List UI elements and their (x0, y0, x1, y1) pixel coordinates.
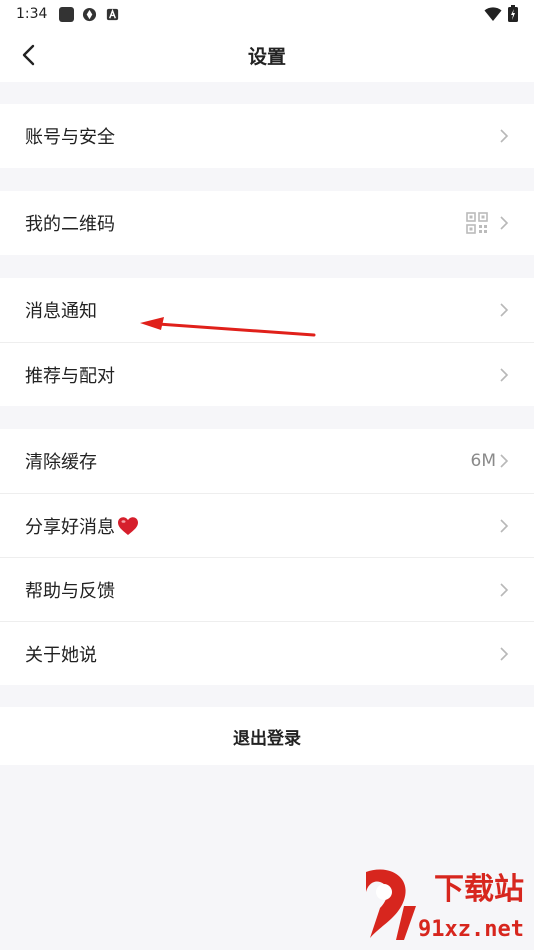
chevron-right-icon (500, 129, 509, 143)
settings-group-misc: 清除缓存 6M 分享好消息 帮助与反馈 关于她说 (0, 429, 534, 685)
chevron-right-icon (500, 303, 509, 317)
chevron-right-icon (500, 216, 509, 230)
watermark-logo-icon (366, 869, 416, 940)
chevron-right-icon (500, 518, 509, 533)
section-gap (0, 406, 534, 429)
heart-icon (118, 516, 138, 535)
settings-group-qrcode: 我的二维码 (0, 191, 534, 255)
row-my-qrcode[interactable]: 我的二维码 (0, 191, 534, 255)
cache-size-value: 6M (470, 451, 496, 471)
chevron-right-icon (500, 646, 509, 661)
row-recommend-match[interactable]: 推荐与配对 (0, 342, 534, 406)
status-bar: 1:34 (0, 0, 534, 28)
a-letter-icon (107, 8, 119, 20)
row-label: 关于她说 (25, 644, 97, 666)
row-label: 账号与安全 (25, 127, 115, 148)
status-time: 1:34 (16, 6, 48, 22)
annotation-arrow-icon (140, 317, 316, 337)
row-label: 分享好消息 (25, 516, 115, 538)
settings-group-account: 账号与安全 (0, 104, 534, 168)
watermark: 下载站 91xz.net (358, 864, 526, 944)
section-gap (0, 168, 534, 191)
row-help-feedback[interactable]: 帮助与反馈 (0, 557, 534, 621)
page-title: 设置 (247, 45, 286, 68)
row-label: 推荐与配对 (25, 365, 115, 387)
chevron-right-icon (500, 367, 509, 382)
row-label: 消息通知 (25, 301, 97, 322)
wifi-icon (484, 6, 502, 21)
logout-button[interactable]: 退出登录 (0, 707, 534, 765)
section-gap (0, 255, 534, 278)
chevron-right-icon (500, 454, 509, 468)
row-label: 我的二维码 (25, 214, 115, 235)
row-clear-cache[interactable]: 清除缓存 6M (0, 429, 534, 493)
qrcode-icon (466, 212, 488, 234)
nav-bar: 设置 (0, 28, 534, 82)
section-gap (0, 82, 534, 104)
watermark-text-cn: 下载站 (434, 872, 524, 907)
row-account-security[interactable]: 账号与安全 (0, 104, 534, 168)
settings-group-notifications: 消息通知 推荐与配对 (0, 278, 534, 406)
row-share-news[interactable]: 分享好消息 (0, 493, 534, 557)
section-gap (0, 685, 534, 707)
watermark-text-en: 91xz.net (418, 917, 524, 942)
battery-icon (508, 5, 518, 22)
shutter-icon (83, 7, 97, 21)
notification-app-icon (59, 6, 75, 22)
logout-label: 退出登录 (233, 728, 301, 749)
chevron-right-icon (500, 582, 509, 597)
back-arrow-icon[interactable] (16, 41, 44, 69)
row-label: 帮助与反馈 (25, 580, 115, 602)
row-label: 清除缓存 (25, 452, 97, 473)
row-about[interactable]: 关于她说 (0, 621, 534, 685)
